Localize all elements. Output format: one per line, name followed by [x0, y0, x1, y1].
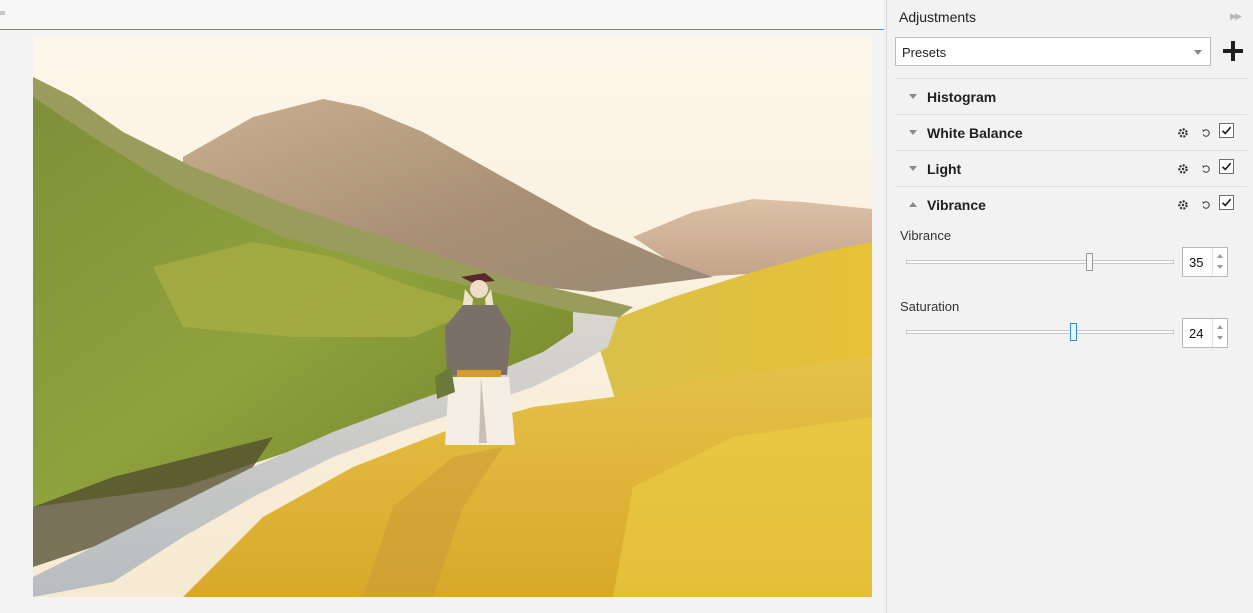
presets-row: Presets [895, 37, 1247, 69]
section-vibrance[interactable]: Vibrance [895, 186, 1247, 223]
expand-triangle-icon[interactable] [909, 130, 917, 135]
saturation-label: Saturation [900, 299, 960, 314]
spin-up-icon[interactable] [1217, 325, 1223, 329]
saturation-spin-buttons[interactable] [1212, 319, 1227, 347]
gear-icon[interactable] [1178, 128, 1188, 138]
section-enabled-checkbox[interactable] [1219, 195, 1234, 210]
vibrance-spin-buttons[interactable] [1212, 248, 1227, 276]
image-canvas-area[interactable] [0, 0, 884, 613]
saturation-spinbox[interactable]: 24 [1182, 318, 1228, 348]
panel-title: Adjustments [899, 9, 977, 25]
adjustments-panel: Adjustments ▶▶ Presets Histogram White B… [886, 0, 1253, 613]
gear-icon[interactable] [1178, 200, 1188, 210]
spin-down-icon[interactable] [1217, 265, 1223, 269]
saturation-slider[interactable] [906, 323, 1174, 341]
section-title: Vibrance [927, 197, 986, 213]
reset-icon[interactable] [1201, 128, 1211, 138]
section-enabled-checkbox[interactable] [1219, 123, 1234, 138]
chevron-down-icon [1194, 50, 1202, 55]
presets-selected-value: Presets [902, 45, 947, 60]
vibrance-slider[interactable] [906, 253, 1174, 271]
checkmark-icon [1221, 126, 1232, 135]
double-chevron-right-icon[interactable]: ▶▶ [1230, 11, 1242, 22]
section-title: White Balance [927, 125, 1023, 141]
section-enabled-checkbox[interactable] [1219, 159, 1234, 174]
vibrance-value: 35 [1189, 255, 1204, 270]
vibrance-label: Vibrance [900, 228, 952, 243]
expand-triangle-icon[interactable] [909, 166, 917, 171]
section-title: Histogram [927, 89, 997, 105]
section-title: Light [927, 161, 962, 177]
toolbar-handle[interactable] [0, 11, 5, 15]
section-light[interactable]: Light [895, 150, 1247, 187]
photo-preview[interactable] [33, 37, 872, 597]
expand-triangle-icon[interactable] [909, 94, 917, 99]
collapse-triangle-icon[interactable] [909, 202, 917, 207]
spin-down-icon[interactable] [1217, 336, 1223, 340]
landscape-photo [33, 37, 872, 597]
section-histogram[interactable]: Histogram [895, 78, 1247, 115]
checkmark-icon [1221, 162, 1232, 171]
canvas-toolbar [0, 0, 884, 30]
presets-dropdown[interactable]: Presets [895, 37, 1211, 66]
saturation-value: 24 [1189, 326, 1204, 341]
add-preset-button[interactable] [1221, 39, 1245, 63]
spin-up-icon[interactable] [1217, 254, 1223, 258]
saturation-slider-thumb[interactable] [1070, 323, 1078, 341]
reset-icon[interactable] [1201, 164, 1211, 174]
checkmark-icon [1221, 198, 1232, 207]
reset-icon[interactable] [1201, 200, 1211, 210]
vibrance-spinbox[interactable]: 35 [1182, 247, 1228, 277]
vibrance-slider-thumb[interactable] [1086, 253, 1094, 271]
gear-icon[interactable] [1178, 164, 1188, 174]
section-white-balance[interactable]: White Balance [895, 114, 1247, 151]
